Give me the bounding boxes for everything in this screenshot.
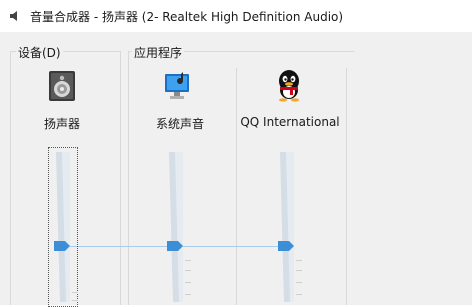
system-sounds-volume-slider[interactable] xyxy=(165,152,187,302)
device-label: 扬声器 xyxy=(43,117,80,131)
mixer-client-area: 设备(D) 应用程序 扬声器 系统声音 QQ International xyxy=(0,32,472,307)
app-label-system-sounds: 系统声音 xyxy=(155,117,204,131)
system-sounds-icon xyxy=(165,72,189,99)
window-title: 音量合成器 - 扬声器 (2- Realtek High Definition … xyxy=(30,10,344,24)
qq-penguin-icon xyxy=(279,70,299,102)
title-bar: 音量合成器 - 扬声器 (2- Realtek High Definition … xyxy=(0,0,472,32)
device-volume-thumb[interactable] xyxy=(54,241,70,251)
volume-icon xyxy=(10,11,17,21)
qq-volume-thumb[interactable] xyxy=(278,241,294,251)
device-group-label: 设备(D) xyxy=(16,44,63,61)
speaker-icon[interactable] xyxy=(47,70,77,102)
device-volume-slider[interactable] xyxy=(52,152,74,302)
qq-volume-slider[interactable] xyxy=(276,152,298,302)
app-label-qq: QQ International xyxy=(240,115,340,129)
system-sounds-volume-thumb[interactable] xyxy=(167,241,183,251)
apps-group-label: 应用程序 xyxy=(132,44,185,61)
